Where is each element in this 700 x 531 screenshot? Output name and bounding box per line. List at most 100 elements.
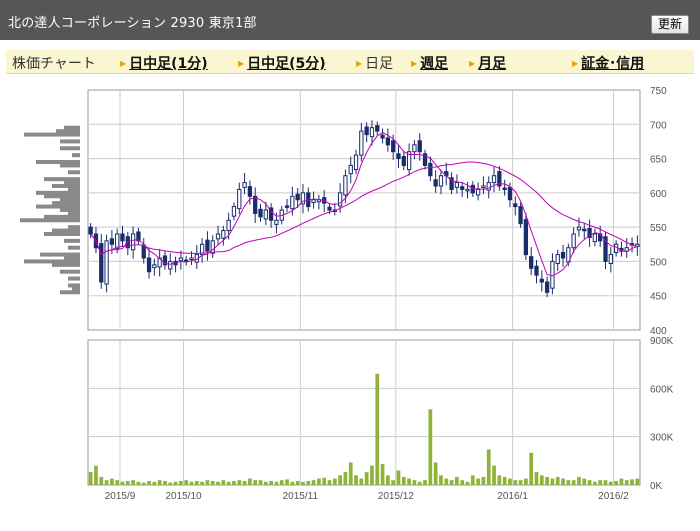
- volume-bar: [205, 480, 210, 485]
- volume-bar: [566, 480, 571, 485]
- volume-profile-bar: [64, 180, 80, 185]
- candle-body: [237, 188, 242, 210]
- candle-body: [215, 233, 221, 240]
- candle-body: [343, 175, 348, 196]
- candle-body: [380, 134, 385, 139]
- candle-body: [539, 278, 544, 283]
- candle-body: [518, 206, 523, 225]
- volume-bar: [508, 478, 512, 485]
- tab-intraday-1min-label[interactable]: 日中足(1分): [129, 53, 208, 73]
- volume-bar: [561, 478, 565, 485]
- volume-bar: [534, 472, 539, 485]
- volume-bar: [322, 477, 327, 485]
- tab-monthly-label[interactable]: 月足: [478, 53, 506, 73]
- volume-bar: [136, 481, 141, 485]
- volume-profile-bar: [40, 252, 80, 257]
- candle-body: [396, 153, 401, 160]
- arrow-right-icon: ▶: [356, 58, 363, 68]
- volume-bar: [370, 465, 374, 485]
- volume-bar: [173, 481, 178, 485]
- volume-profile-bar: [60, 163, 80, 168]
- chart-period-tabs: 株価チャート ▶ 日中足(1分) ▶ 日中足(5分) ▶ 日足 ▶ 週足 ▶ 月…: [6, 50, 694, 74]
- candle-body: [582, 228, 587, 232]
- volume-profile-bar: [44, 232, 80, 236]
- volume-profile-bar: [24, 259, 80, 264]
- volume-bar: [147, 480, 151, 485]
- volume-bar: [401, 476, 406, 485]
- volume-profile-bar: [52, 262, 80, 267]
- candle-body: [115, 233, 120, 249]
- candle-body: [401, 156, 406, 166]
- tab-weekly-label[interactable]: 週足: [420, 53, 448, 73]
- volume-tick-label: 600K: [650, 384, 674, 395]
- volume-bar: [582, 478, 587, 485]
- candle-body: [613, 243, 619, 254]
- candle-body: [353, 154, 359, 171]
- tab-margin-credit[interactable]: ▶ 証金･信用: [572, 53, 644, 73]
- candle-body: [104, 240, 109, 285]
- candle-body: [247, 186, 253, 197]
- arrow-right-icon: ▶: [411, 58, 418, 68]
- stock-chart: 400450500550600650700750 0K300K600K900K2…: [20, 86, 674, 502]
- candle-body: [88, 226, 93, 235]
- candle-body: [311, 199, 316, 203]
- price-panel-border: [87, 89, 641, 331]
- volume-bar: [274, 481, 279, 485]
- volume-profile-bar: [60, 146, 80, 151]
- price-tick-label: 500: [650, 257, 667, 268]
- volume-profile-bar: [68, 211, 80, 216]
- candle-body: [168, 260, 173, 270]
- volume-bar: [423, 480, 427, 485]
- candle-body: [359, 130, 364, 156]
- tab-weekly[interactable]: ▶ 週足: [411, 53, 448, 73]
- candle-body: [529, 256, 534, 269]
- tab-intraday-5min-label[interactable]: 日中足(5分): [247, 53, 326, 73]
- candle-body: [412, 144, 417, 153]
- volume-profile-bar: [44, 214, 80, 219]
- volume-profile-bar: [24, 132, 80, 137]
- volume-bar: [226, 481, 231, 485]
- volume-profile-bar: [20, 218, 80, 223]
- volume-tick-label: 900K: [650, 336, 674, 347]
- candle-body: [258, 208, 263, 218]
- volume-bar: [242, 480, 247, 485]
- volume-bar: [306, 480, 311, 485]
- volume-bar: [301, 481, 305, 485]
- volume-bar: [460, 480, 465, 485]
- candle-body: [130, 233, 136, 251]
- moving-average-line: [90, 161, 638, 256]
- candle-body: [391, 140, 396, 153]
- volume-bar: [455, 476, 459, 485]
- volume-bar: [248, 478, 252, 485]
- volume-bar: [577, 476, 581, 485]
- volume-bar: [354, 475, 358, 485]
- x-tick-label: 2016/2: [598, 491, 629, 502]
- candle-body: [141, 244, 146, 259]
- refresh-button[interactable]: 更新: [650, 15, 689, 34]
- candle-body: [608, 254, 613, 264]
- candle-body: [481, 185, 486, 188]
- volume-panel-border: [87, 339, 641, 486]
- volume-profile-bar: [68, 276, 80, 281]
- arrow-right-icon: ▶: [469, 58, 476, 68]
- candle-body: [460, 186, 465, 190]
- candle-body: [189, 257, 194, 260]
- volume-profile-bar: [60, 208, 80, 212]
- candle-body: [576, 226, 582, 231]
- volume-bar: [635, 478, 640, 485]
- volume-bar: [598, 480, 603, 485]
- volume-bar: [237, 480, 242, 485]
- volume-bar: [513, 480, 518, 485]
- volume-bar: [386, 475, 390, 485]
- volume-panel: 0K 300K 600K 900K 2015/9 2015/10 2015/11 2015/1…: [87, 336, 674, 502]
- tab-intraday-1min[interactable]: ▶ 日中足(1分): [120, 53, 208, 73]
- tab-margin-credit-label[interactable]: 証金･信用: [581, 53, 644, 73]
- tab-monthly[interactable]: ▶ 月足: [469, 53, 506, 73]
- candle-body: [348, 164, 353, 175]
- tab-intraday-5min[interactable]: ▶ 日中足(5分): [238, 53, 326, 73]
- volume-bar: [433, 462, 438, 485]
- x-tick-label: 2015/10: [165, 491, 202, 502]
- price-panel: 400450500550600650700750: [20, 86, 667, 337]
- volume-bar: [163, 480, 167, 485]
- candle-body: [152, 264, 157, 269]
